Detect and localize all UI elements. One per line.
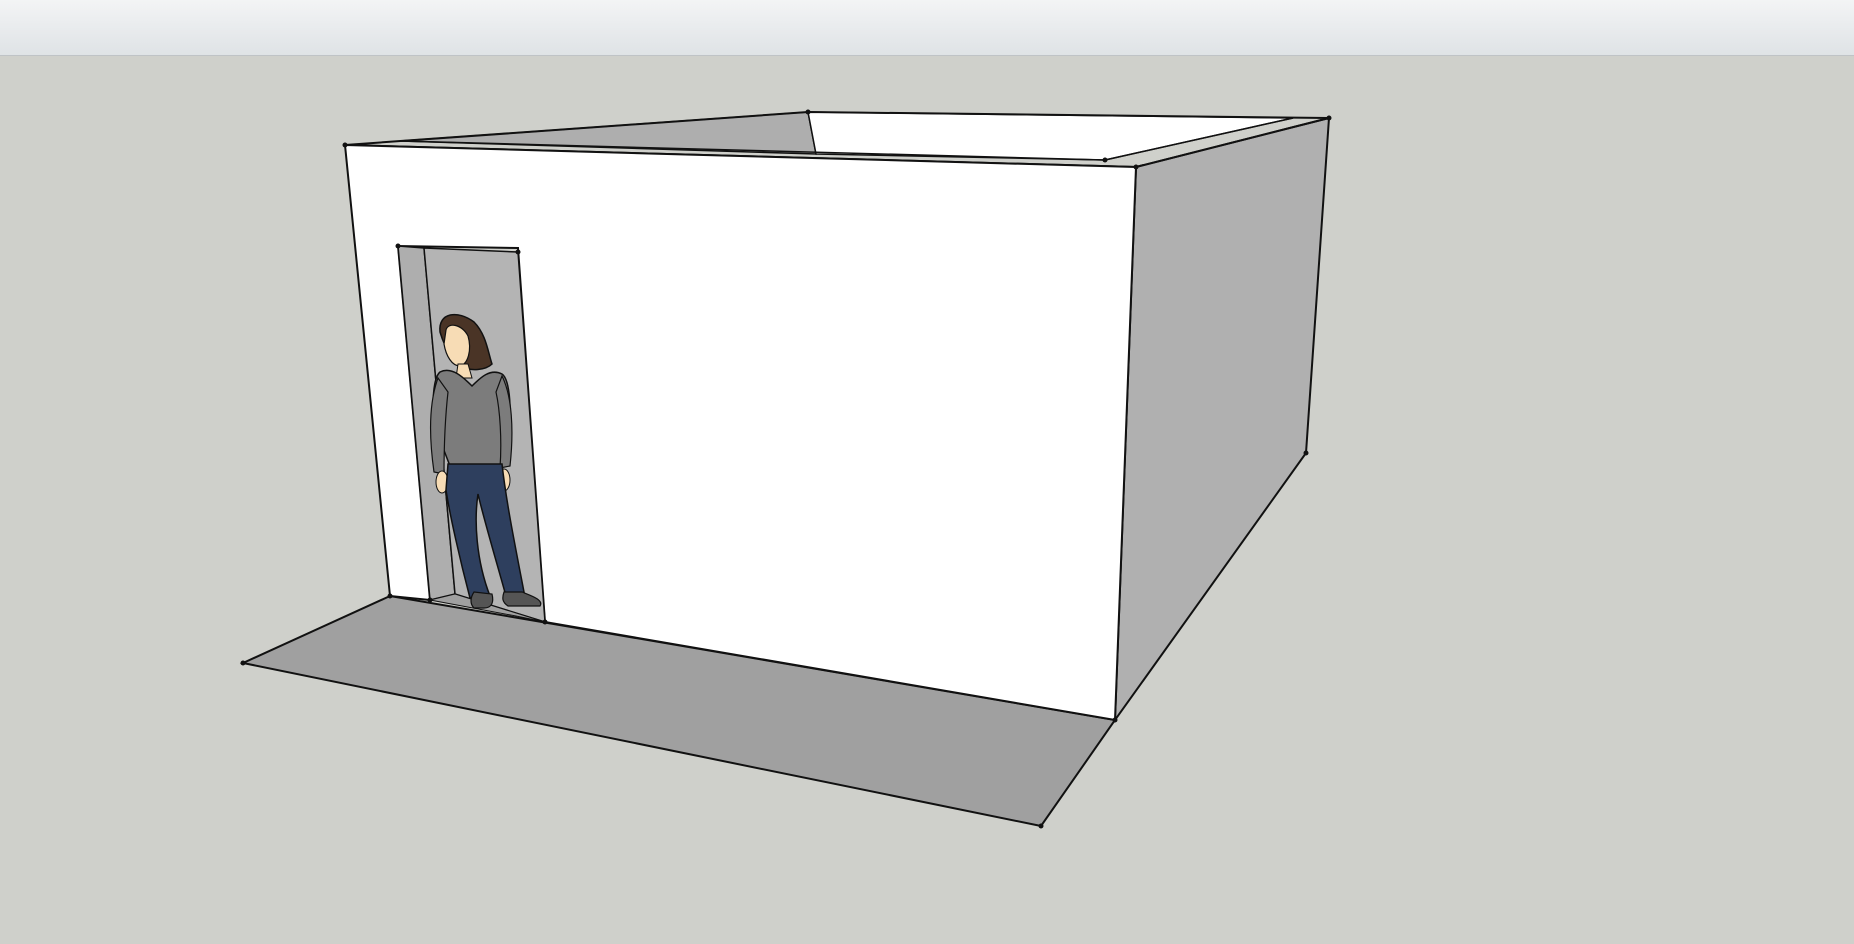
modeling-viewport[interactable] bbox=[0, 56, 1854, 944]
app-window bbox=[0, 0, 1854, 944]
figure-left-shoe bbox=[470, 591, 494, 609]
right-wall[interactable] bbox=[1113, 116, 1331, 724]
room-model[interactable] bbox=[0, 0, 1854, 944]
